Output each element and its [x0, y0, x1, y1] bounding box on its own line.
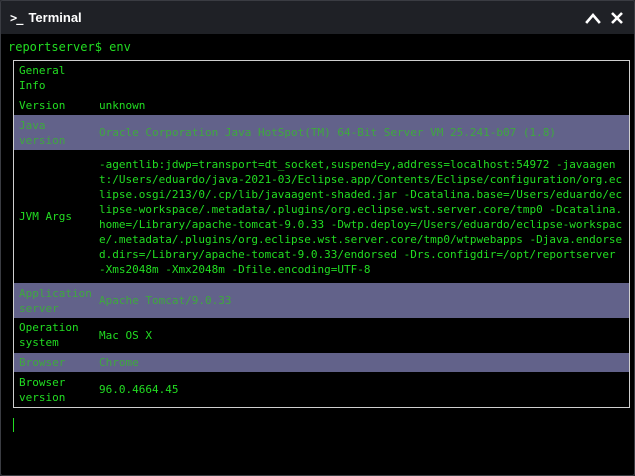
- terminal-icon: >_: [10, 10, 23, 25]
- table-row: Browser Chrome: [13, 352, 630, 373]
- collapse-button[interactable]: [584, 9, 602, 27]
- terminal-output[interactable]: reportserver$ env General Info Version unk…: [1, 34, 634, 475]
- row-value: unknown: [99, 99, 146, 113]
- input-cursor[interactable]: [13, 418, 14, 432]
- row-key: JVM Args: [19, 210, 72, 224]
- table-row: Version unknown: [14, 96, 630, 115]
- command-line: reportserver$ env: [8, 40, 131, 54]
- table-row: General Info: [14, 61, 630, 96]
- row-key: Java version: [13, 115, 94, 151]
- window-title: Terminal: [28, 10, 82, 25]
- row-value: Chrome: [94, 352, 630, 373]
- window-controls: [584, 9, 626, 27]
- table-row: Browser version 96.0.4664.45: [14, 372, 630, 407]
- row-value: Apache Tomcat/9.0.33: [94, 283, 630, 318]
- chevron-up-icon: [585, 12, 601, 24]
- row-value: [94, 61, 630, 96]
- row-value: 96.0.4664.45: [99, 383, 179, 397]
- row-value: -agentlib:jdwp=transport=dt_socket,suspe…: [99, 157, 623, 276]
- title-bar[interactable]: >_ Terminal: [1, 1, 634, 34]
- terminal-window: >_ Terminal reportserver$ env General In…: [0, 0, 635, 476]
- close-icon: [611, 11, 623, 24]
- row-value: Oracle Corporation Java HotSpot(TM) 64-B…: [94, 115, 630, 151]
- close-button[interactable]: [608, 9, 626, 27]
- env-info-table: General Info Version unknown Java version Or…: [13, 60, 630, 408]
- row-key: Version: [19, 99, 66, 113]
- row-key: Browser version: [19, 375, 66, 404]
- row-key: Browser: [13, 352, 94, 373]
- table-row: Application server Apache Tomcat/9.0.33: [13, 283, 630, 318]
- row-key: Operation system: [19, 321, 79, 350]
- table-row: Java version Oracle Corporation Java HotS…: [13, 115, 630, 151]
- row-value: Mac OS X: [99, 328, 152, 342]
- table-row: Operation system Mac OS X: [14, 318, 630, 353]
- row-key: General Info: [19, 64, 66, 93]
- table-row: JVM Args -agentlib:jdwp=transport=dt_sock…: [14, 150, 630, 283]
- row-key: Application server: [13, 283, 94, 318]
